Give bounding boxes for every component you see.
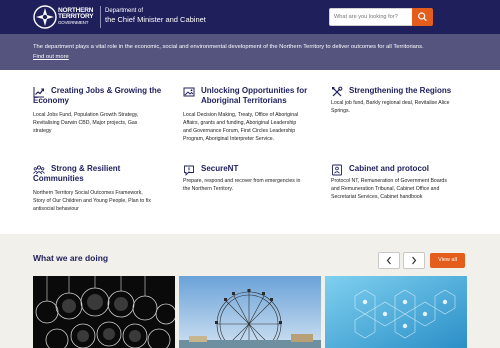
tile-title-line-1: Strengthening the Regions: [349, 86, 452, 95]
tile-description: Local job fund, Barkly regional deal, Re…: [331, 99, 481, 115]
search-box: [329, 8, 433, 26]
tile-communities[interactable]: Strong & Resilient Communities Northern …: [33, 164, 183, 213]
tile-desc-line: Local Jobs Fund, Population Growth Strat…: [33, 112, 139, 118]
tile-cabinet-protocol[interactable]: Cabinet and protocol Protocol NT, Remune…: [331, 164, 481, 201]
tile-title-line-1: Strong & Resilient: [51, 164, 121, 173]
tile-title-line-1: Cabinet and protocol: [349, 164, 429, 173]
tile-desc-line: Program, Aboriginal Interpreter Service.: [183, 136, 275, 142]
tile-title-line-2: Economy: [33, 96, 70, 105]
header-divider: [100, 6, 101, 28]
logo-wordmark: NORTHERN TERRITORY GOVERNMENT: [58, 7, 94, 26]
image-frame-icon: [183, 87, 195, 97]
intro-text: The department plays a vital role in the…: [33, 44, 424, 50]
tile-title[interactable]: Creating Jobs & Growing the Economy: [33, 86, 183, 106]
tile-heading: Unlocking Opportunities for Aboriginal T…: [183, 86, 333, 106]
tile-heading: Strong & Resilient Communities: [33, 164, 183, 184]
tile-heading: Strengthening the Regions: [331, 86, 481, 97]
find-out-more-link[interactable]: Find out more: [33, 53, 69, 61]
tile-desc-line: Local Decision Making, Treaty, Office of…: [183, 112, 299, 118]
search-button[interactable]: [412, 8, 433, 26]
id-card-icon: [332, 164, 342, 176]
tile-desc-line: Northern Territory Social Outcomes Frame…: [33, 190, 143, 196]
tile-description: Local Jobs Fund, Population Growth Strat…: [33, 111, 183, 135]
hexagon-network-photo: [325, 276, 467, 348]
tile-desc-line: strategy: [33, 128, 52, 134]
department-line-2: the Chief Minister and Cabinet: [105, 15, 206, 24]
tile-regions[interactable]: Strengthening the Regions Local job fund…: [331, 86, 481, 115]
tile-title[interactable]: Cabinet and protocol: [331, 164, 481, 174]
nt-government-logo[interactable]: NORTHERN TERRITORY GOVERNMENT: [33, 5, 97, 29]
tile-title[interactable]: Strong & Resilient Communities: [33, 164, 183, 184]
tile-heading: Cabinet and protocol: [331, 164, 481, 176]
tile-aboriginal-opportunities[interactable]: Unlocking Opportunities for Aboriginal T…: [183, 86, 333, 143]
news-card[interactable]: [179, 276, 321, 348]
alert-speech-icon: [184, 165, 194, 176]
lightbulbs-photo: [33, 276, 175, 348]
tile-title[interactable]: Strengthening the Regions: [331, 86, 481, 96]
search-input[interactable]: [330, 9, 412, 25]
tile-desc-line: antisocial behaviour: [33, 206, 79, 212]
tile-description: Protocol NT, Remuneration of Government …: [331, 177, 481, 201]
intro-banner: The department plays a vital role in the…: [0, 34, 500, 70]
nt-logo-mark-icon: [33, 5, 57, 29]
tools-icon: [332, 86, 343, 97]
tile-heading: SecureNT: [183, 164, 333, 176]
logo-line-3: GOVERNMENT: [58, 20, 89, 25]
tile-jobs-economy[interactable]: Creating Jobs & Growing the Economy Loca…: [33, 86, 183, 135]
tile-title[interactable]: SecureNT: [183, 164, 333, 174]
view-all-button[interactable]: View all: [430, 253, 465, 268]
tile-desc-line: Protocol NT, Remuneration of Government …: [331, 178, 447, 184]
search-icon: [418, 12, 427, 21]
tile-desc-line: Springs.: [331, 108, 351, 114]
chevron-left-icon: [386, 256, 391, 265]
tile-securent[interactable]: SecureNT Prepare, respond and recover fr…: [183, 164, 333, 193]
tile-desc-line: Secretariat Services, Cabinet handbook: [331, 194, 423, 200]
section-title: What we are doing: [33, 253, 109, 263]
department-line-1: Department of: [105, 8, 144, 14]
tile-desc-line: Revitalising Darwin CBD, Major projects,…: [33, 120, 138, 126]
chart-growth-icon: [33, 87, 44, 98]
tile-title[interactable]: Unlocking Opportunities for Aboriginal T…: [183, 86, 333, 106]
ferris-wheel-photo: [179, 276, 321, 348]
tile-heading: Creating Jobs & Growing the Economy: [33, 86, 183, 106]
department-name: Department of the Chief Minister and Cab…: [105, 8, 206, 25]
tile-description: Prepare, respond and recover from emerge…: [183, 177, 333, 193]
news-card[interactable]: [33, 276, 175, 348]
tile-desc-line: and Governance Forum, First Circles Lead…: [183, 128, 296, 134]
tile-title-line-1: Creating Jobs & Growing the: [51, 86, 162, 95]
carousel-prev-button[interactable]: [378, 252, 400, 269]
tile-description: Local Decision Making, Treaty, Office of…: [183, 111, 333, 143]
people-group-icon: [33, 165, 45, 175]
tile-desc-line: Local job fund, Barkly regional deal, Re…: [331, 100, 450, 106]
tile-title-line-1: Unlocking Opportunities for: [201, 86, 308, 95]
tile-description: Northern Territory Social Outcomes Frame…: [33, 189, 183, 213]
chevron-right-icon: [412, 256, 417, 265]
tile-title-line-1: SecureNT: [201, 164, 239, 173]
site-header: NORTHERN TERRITORY GOVERNMENT Department…: [0, 0, 500, 34]
tile-desc-line: Story of Our Children and Young People, …: [33, 198, 151, 204]
tile-title-line-2: Aboriginal Territorians: [201, 96, 287, 105]
tile-desc-line: the Northern Territory.: [183, 186, 233, 192]
tile-title-line-2: Communities: [33, 174, 84, 183]
news-card[interactable]: [325, 276, 467, 348]
tile-desc-line: Prepare, respond and recover from emerge…: [183, 178, 301, 184]
tile-desc-line: and Remuneration Tribunal, Cabinet Offic…: [331, 186, 440, 192]
tile-desc-line: Affairs, grants and funding, Aboriginal …: [183, 120, 297, 126]
carousel-next-button[interactable]: [403, 252, 425, 269]
